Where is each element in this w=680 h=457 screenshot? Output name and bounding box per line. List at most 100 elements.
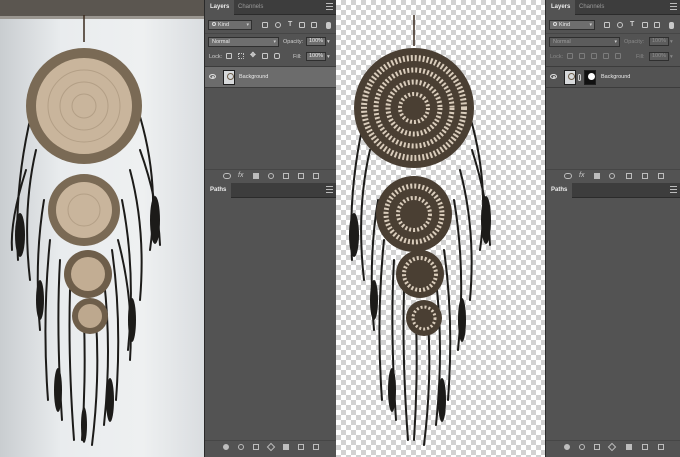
paths-footer [546, 440, 680, 452]
fill-path-icon[interactable] [564, 444, 570, 450]
link-layers-icon[interactable] [564, 173, 572, 179]
tab-layers[interactable]: Layers [205, 0, 235, 15]
chevron-down-icon: ▾ [589, 22, 592, 28]
layer-mask-thumbnail[interactable] [584, 70, 596, 85]
kind-filter-select[interactable]: Kind ▾ [208, 20, 252, 30]
make-work-path-icon[interactable] [266, 442, 276, 452]
pixel-layer-filter-icon[interactable] [262, 22, 268, 28]
add-mask-icon[interactable] [594, 173, 600, 179]
panel-menu-icon[interactable] [326, 186, 333, 193]
kind-filter-value: Kind [559, 22, 571, 28]
kind-filter-value: Kind [218, 22, 230, 28]
layer-thumbnail [223, 70, 235, 85]
fill-field[interactable]: 100% [306, 52, 326, 61]
layer-thumbnail [564, 70, 576, 85]
add-mask-icon[interactable] [626, 444, 632, 450]
kind-filter-select[interactable]: Kind ▾ [549, 20, 595, 30]
lock-pixels-icon[interactable] [238, 53, 244, 59]
filter-row: Kind ▾ T [205, 19, 336, 31]
extracted-photo-transparent [336, 0, 545, 457]
new-group-icon[interactable] [626, 173, 632, 179]
layers-panel-masked: Layers Channels Kind ▾ T Normal ▾ Opacit… [545, 0, 680, 457]
chevron-down-icon[interactable]: ▾ [670, 54, 673, 60]
layers-panel: Layers Channels Kind ▾ T Normal ▾ Opacit… [204, 0, 336, 457]
lock-position-icon[interactable] [591, 53, 597, 59]
dreamcatcher-extracted [349, 15, 491, 446]
layer-row-background[interactable]: Background [546, 66, 680, 88]
blend-mode-select[interactable]: Normal ▾ [549, 37, 620, 47]
tab-layers[interactable]: Layers [546, 0, 576, 15]
tab-paths[interactable]: Paths [205, 183, 232, 198]
tab-channels[interactable]: Channels [574, 0, 609, 15]
layers-tab-bar: Layers Channels [205, 0, 336, 15]
lock-artboard-icon[interactable] [603, 53, 609, 59]
fill-label: Fill: [293, 54, 302, 60]
visibility-eye-icon[interactable] [209, 74, 216, 79]
lock-transparency-icon[interactable] [226, 53, 232, 59]
lock-all-icon[interactable] [274, 53, 280, 59]
make-work-path-icon[interactable] [607, 442, 617, 452]
shape-layer-filter-icon[interactable] [299, 22, 305, 28]
fx-icon[interactable]: fx [238, 172, 244, 179]
lock-artboard-icon[interactable] [262, 53, 268, 59]
chevron-down-icon: ▾ [614, 39, 617, 45]
layer-row-background[interactable]: Background [205, 66, 336, 88]
visibility-eye-icon[interactable] [550, 74, 557, 79]
panel-menu-icon[interactable] [670, 3, 677, 10]
smart-object-filter-icon[interactable] [311, 22, 317, 28]
blend-row: Normal ▾ Opacity: 100% ▾ [205, 36, 336, 48]
mask-link-icon[interactable] [578, 74, 581, 81]
link-layers-icon[interactable] [223, 173, 231, 179]
add-mask-icon[interactable] [253, 173, 259, 179]
chevron-down-icon[interactable]: ▾ [670, 39, 673, 45]
trash-icon[interactable] [313, 444, 319, 450]
paths-footer [205, 440, 336, 452]
search-icon [553, 22, 557, 26]
adjustment-layer-icon[interactable] [268, 173, 274, 179]
stroke-path-icon[interactable] [238, 444, 244, 450]
new-layer-icon[interactable] [642, 173, 648, 179]
lock-all-icon[interactable] [615, 53, 621, 59]
lock-row: Lock: ✥ Fill: 100% ▾ [205, 51, 336, 63]
new-layer-icon[interactable] [298, 173, 304, 179]
filter-toggle-icon[interactable] [669, 22, 674, 29]
lock-position-icon[interactable]: ✥ [250, 52, 256, 59]
fx-icon[interactable]: fx [579, 172, 585, 179]
trash-icon[interactable] [658, 173, 664, 179]
adjustment-layer-filter-icon[interactable] [617, 22, 623, 28]
new-group-icon[interactable] [283, 173, 289, 179]
new-path-icon[interactable] [298, 444, 304, 450]
add-mask-icon[interactable] [283, 444, 289, 450]
trash-icon[interactable] [313, 173, 319, 179]
chevron-down-icon[interactable]: ▾ [327, 39, 330, 45]
lock-row: Lock: Fill: 100% ▾ [546, 51, 680, 63]
lock-label: Lock: [209, 54, 223, 60]
blend-mode-select[interactable]: Normal ▾ [208, 37, 279, 47]
fill-field[interactable]: 100% [649, 52, 669, 61]
chevron-down-icon: ▾ [273, 39, 276, 45]
filter-toggle-icon[interactable] [326, 22, 331, 29]
new-path-icon[interactable] [642, 444, 648, 450]
panel-menu-icon[interactable] [326, 3, 333, 10]
panel-menu-icon[interactable] [670, 186, 677, 193]
smart-object-filter-icon[interactable] [654, 22, 660, 28]
trash-icon[interactable] [658, 444, 664, 450]
opacity-field[interactable]: 100% [306, 37, 326, 46]
fill-path-icon[interactable] [223, 444, 229, 450]
adjustment-layer-filter-icon[interactable] [275, 22, 281, 28]
shape-layer-filter-icon[interactable] [642, 22, 648, 28]
stroke-path-icon[interactable] [579, 444, 585, 450]
load-selection-icon[interactable] [594, 444, 600, 450]
lock-label: Lock: [550, 54, 564, 60]
tab-paths[interactable]: Paths [546, 183, 573, 198]
lock-transparency-icon[interactable] [567, 53, 573, 59]
adjustment-layer-icon[interactable] [609, 173, 615, 179]
chevron-down-icon[interactable]: ▾ [327, 54, 330, 60]
load-selection-icon[interactable] [253, 444, 259, 450]
pixel-layer-filter-icon[interactable] [604, 22, 610, 28]
type-layer-filter-icon[interactable]: T [630, 21, 636, 28]
tab-channels[interactable]: Channels [233, 0, 268, 15]
type-layer-filter-icon[interactable]: T [288, 21, 294, 28]
lock-pixels-icon[interactable] [579, 53, 585, 59]
opacity-field[interactable]: 100% [649, 37, 669, 46]
